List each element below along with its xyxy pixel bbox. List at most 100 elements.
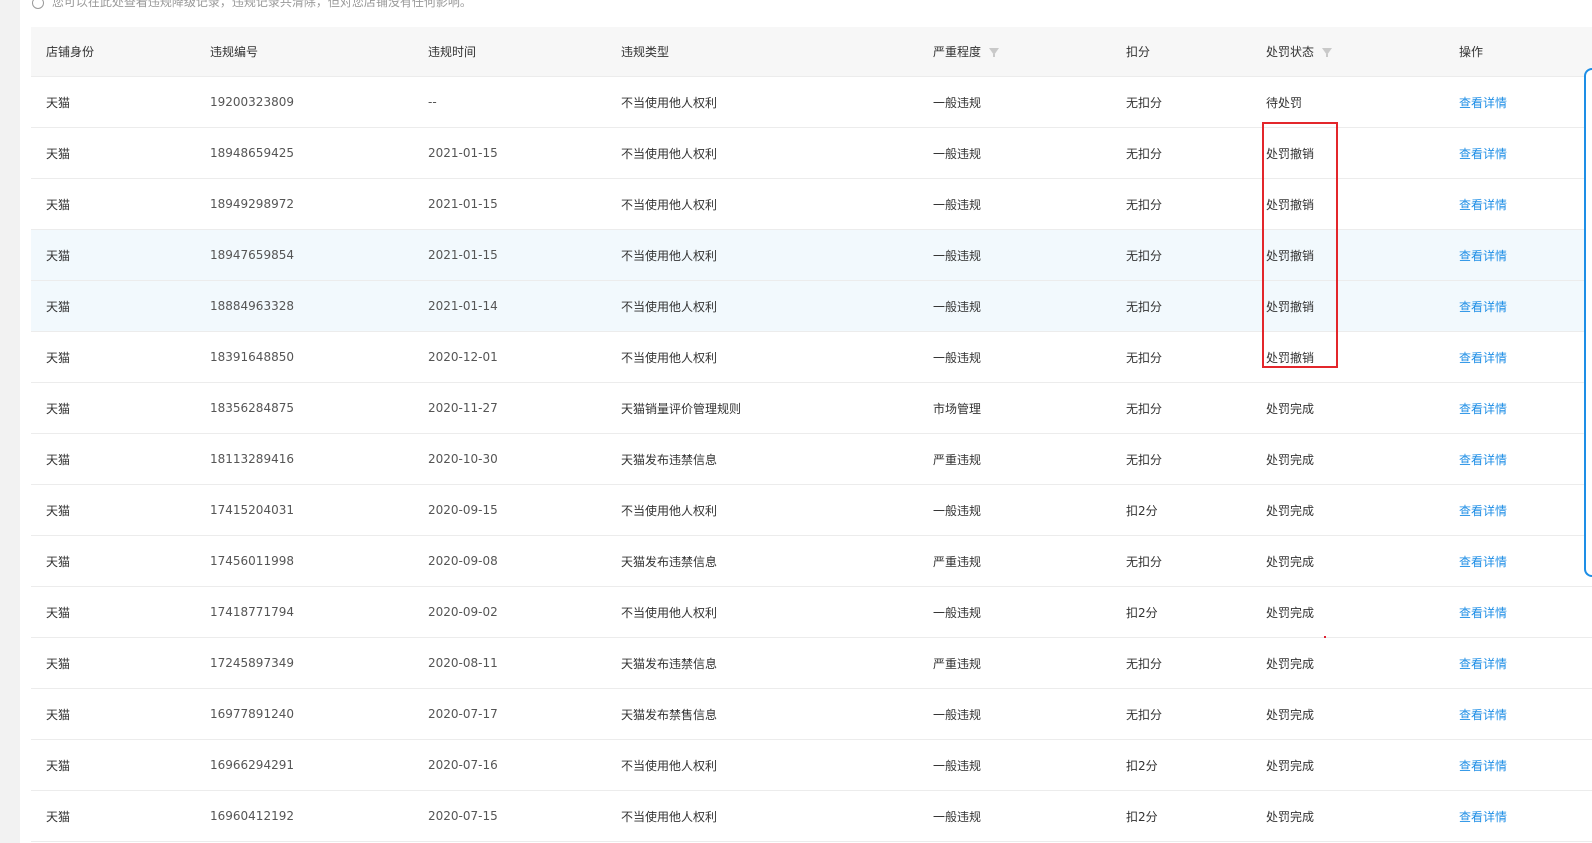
shop-cell: 天猫 bbox=[46, 350, 71, 365]
points-cell: 无扣分 bbox=[1126, 197, 1163, 212]
table-row: 天猫 18356284875 2020-11-27 天猫销量评价管理规则 市场管理 无扣分… bbox=[31, 383, 1592, 434]
notice-text: 您可以在此处查看违规降级记录，违规记录共清除，但对您店铺没有任何影响。 bbox=[51, 0, 472, 9]
violation-id-cell: 17456011998 bbox=[210, 554, 294, 568]
violation-type-cell: 不当使用他人权利 bbox=[621, 503, 718, 518]
status-cell: 待处罚 bbox=[1266, 95, 1303, 110]
status-cell: 处罚完成 bbox=[1266, 758, 1315, 773]
view-detail-link[interactable]: 查看详情 bbox=[1459, 128, 1507, 178]
violation-id-cell: 17245897349 bbox=[210, 656, 294, 670]
points-cell: 无扣分 bbox=[1126, 452, 1163, 467]
violation-type-cell: 不当使用他人权利 bbox=[621, 809, 718, 824]
violation-type-cell: 天猫销量评价管理规则 bbox=[621, 401, 742, 416]
points-cell: 无扣分 bbox=[1126, 401, 1163, 416]
violation-time-cell: 2020-07-17 bbox=[428, 707, 498, 721]
violation-type-cell: 不当使用他人权利 bbox=[621, 197, 718, 212]
view-detail-link[interactable]: 查看详情 bbox=[1459, 587, 1507, 637]
col-violation-time: 违规时间 bbox=[428, 45, 477, 59]
violation-type-cell: 不当使用他人权利 bbox=[621, 605, 718, 620]
status-cell: 处罚完成 bbox=[1266, 401, 1315, 416]
violation-time-cell: 2020-12-01 bbox=[428, 350, 498, 364]
points-cell: 扣2分 bbox=[1126, 758, 1158, 773]
violation-id-cell: 17418771794 bbox=[210, 605, 294, 619]
view-detail-link[interactable]: 查看详情 bbox=[1459, 230, 1507, 280]
status-filter-icon[interactable] bbox=[1322, 48, 1333, 57]
view-detail-link[interactable]: 查看详情 bbox=[1459, 332, 1507, 382]
table-row: 天猫 18949298972 2021-01-15 不当使用他人权利 一般违规 无扣分 处罚… bbox=[31, 179, 1592, 230]
shop-cell: 天猫 bbox=[46, 503, 71, 518]
violation-type-cell: 不当使用他人权利 bbox=[621, 146, 718, 161]
table-row: 天猫 17245897349 2020-08-11 天猫发布违禁信息 严重违规 无扣分 处罚… bbox=[31, 638, 1592, 689]
shop-cell: 天猫 bbox=[46, 554, 71, 569]
status-cell: 处罚完成 bbox=[1266, 809, 1315, 824]
violation-id-cell: 16977891240 bbox=[210, 707, 294, 721]
view-detail-link[interactable]: 查看详情 bbox=[1459, 485, 1507, 535]
severity-cell: 严重违规 bbox=[933, 656, 982, 671]
severity-cell: 一般违规 bbox=[933, 248, 982, 263]
status-cell: 处罚撤销 bbox=[1266, 350, 1315, 365]
severity-cell: 市场管理 bbox=[933, 401, 982, 416]
view-detail-link[interactable]: 查看详情 bbox=[1459, 179, 1507, 229]
shop-cell: 天猫 bbox=[46, 707, 71, 722]
table-row: 天猫 17456011998 2020-09-08 天猫发布违禁信息 严重违规 无扣分 处罚… bbox=[31, 536, 1592, 587]
violation-type-cell: 天猫发布违禁信息 bbox=[621, 554, 718, 569]
violation-type-cell: 不当使用他人权利 bbox=[621, 95, 718, 110]
severity-cell: 严重违规 bbox=[933, 554, 982, 569]
violation-type-cell: 不当使用他人权利 bbox=[621, 248, 718, 263]
view-detail-link[interactable]: 查看详情 bbox=[1459, 791, 1507, 841]
main-panel: 您可以在此处查看违规降级记录，违规记录共清除，但对您店铺没有任何影响。 店铺身份… bbox=[20, 0, 1592, 843]
violation-type-cell: 天猫发布违禁信息 bbox=[621, 656, 718, 671]
table-row: 天猫 18884963328 2021-01-14 不当使用他人权利 一般违规 无扣分 处罚… bbox=[31, 281, 1592, 332]
col-penalty-status[interactable]: 处罚状态 bbox=[1266, 27, 1333, 76]
violation-id-cell: 18948659425 bbox=[210, 146, 294, 160]
col-severity-label: 严重程度 bbox=[933, 45, 982, 59]
violation-type-cell: 不当使用他人权利 bbox=[621, 758, 718, 773]
severity-cell: 一般违规 bbox=[933, 299, 982, 314]
view-detail-link[interactable]: 查看详情 bbox=[1459, 434, 1507, 484]
table-row: 天猫 17418771794 2020-09-02 不当使用他人权利 一般违规 扣2分 处罚… bbox=[31, 587, 1592, 638]
violation-time-cell: 2021-01-15 bbox=[428, 197, 498, 211]
violation-time-cell: 2021-01-15 bbox=[428, 248, 498, 262]
violation-time-cell: -- bbox=[428, 95, 437, 109]
violation-id-cell: 18391648850 bbox=[210, 350, 294, 364]
status-cell: 处罚完成 bbox=[1266, 503, 1315, 518]
view-detail-link[interactable]: 查看详情 bbox=[1459, 689, 1507, 739]
violation-time-cell: 2020-09-02 bbox=[428, 605, 498, 619]
view-detail-link[interactable]: 查看详情 bbox=[1459, 740, 1507, 790]
view-detail-link[interactable]: 查看详情 bbox=[1459, 77, 1507, 127]
violation-time-cell: 2021-01-14 bbox=[428, 299, 498, 313]
severity-cell: 一般违规 bbox=[933, 197, 982, 212]
violation-id-cell: 18884963328 bbox=[210, 299, 294, 313]
violation-type-cell: 不当使用他人权利 bbox=[621, 350, 718, 365]
status-cell: 处罚完成 bbox=[1266, 605, 1315, 620]
view-detail-link[interactable]: 查看详情 bbox=[1459, 638, 1507, 688]
col-violation-type: 违规类型 bbox=[621, 45, 670, 59]
shop-cell: 天猫 bbox=[46, 758, 71, 773]
severity-cell: 一般违规 bbox=[933, 146, 982, 161]
shop-cell: 天猫 bbox=[46, 248, 71, 263]
table-row: 天猫 16966294291 2020-07-16 不当使用他人权利 一般违规 扣2分 处罚… bbox=[31, 740, 1592, 791]
points-cell: 扣2分 bbox=[1126, 809, 1158, 824]
severity-cell: 严重违规 bbox=[933, 452, 982, 467]
shop-cell: 天猫 bbox=[46, 95, 71, 110]
view-detail-link[interactable]: 查看详情 bbox=[1459, 383, 1507, 433]
shop-cell: 天猫 bbox=[46, 401, 71, 416]
severity-cell: 一般违规 bbox=[933, 350, 982, 365]
col-points: 扣分 bbox=[1126, 45, 1151, 59]
violation-id-cell: 16960412192 bbox=[210, 809, 294, 823]
violation-type-cell: 不当使用他人权利 bbox=[621, 299, 718, 314]
points-cell: 无扣分 bbox=[1126, 350, 1163, 365]
shop-cell: 天猫 bbox=[46, 809, 71, 824]
points-cell: 无扣分 bbox=[1126, 248, 1163, 263]
floating-side-panel[interactable] bbox=[1584, 68, 1592, 577]
col-action: 操作 bbox=[1459, 45, 1484, 59]
table-row: 天猫 18113289416 2020-10-30 天猫发布违禁信息 严重违规 无扣分 处罚… bbox=[31, 434, 1592, 485]
violation-id-cell: 18949298972 bbox=[210, 197, 294, 211]
col-severity[interactable]: 严重程度 bbox=[933, 27, 1000, 76]
severity-cell: 一般违规 bbox=[933, 605, 982, 620]
view-detail-link[interactable]: 查看详情 bbox=[1459, 281, 1507, 331]
violation-id-cell: 16966294291 bbox=[210, 758, 294, 772]
annotation-dot bbox=[1324, 636, 1326, 638]
table-row: 天猫 18947659854 2021-01-15 不当使用他人权利 一般违规 无扣分 处罚… bbox=[31, 230, 1592, 281]
severity-filter-icon[interactable] bbox=[989, 48, 1000, 57]
view-detail-link[interactable]: 查看详情 bbox=[1459, 536, 1507, 586]
